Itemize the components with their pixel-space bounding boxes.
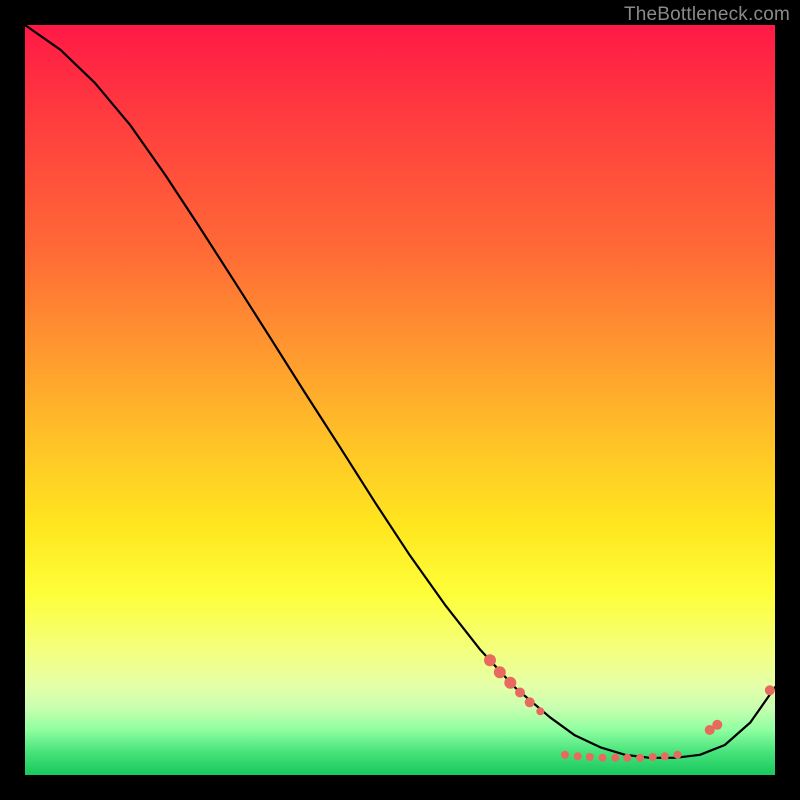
bottleneck-curve bbox=[25, 25, 775, 758]
marker-dot bbox=[525, 697, 535, 707]
chart-stage: TheBottleneck.com bbox=[0, 0, 800, 800]
marker-group bbox=[484, 654, 775, 762]
watermark-text: TheBottleneck.com bbox=[624, 4, 790, 26]
marker-dot bbox=[586, 753, 594, 761]
marker-dot bbox=[674, 751, 682, 759]
marker-dot bbox=[649, 753, 657, 761]
marker-dot bbox=[561, 751, 569, 759]
marker-dot bbox=[712, 720, 722, 730]
marker-dot bbox=[504, 677, 516, 689]
marker-dot bbox=[515, 688, 525, 698]
marker-dot bbox=[765, 685, 775, 695]
marker-dot bbox=[623, 754, 631, 762]
marker-dot bbox=[599, 754, 607, 762]
marker-dot bbox=[494, 666, 506, 678]
marker-dot bbox=[636, 754, 644, 762]
marker-dot bbox=[661, 752, 669, 760]
marker-dot bbox=[574, 752, 582, 760]
chart-svg bbox=[25, 25, 775, 775]
marker-dot bbox=[611, 754, 619, 762]
marker-dot bbox=[536, 707, 544, 715]
marker-dot bbox=[484, 654, 496, 666]
